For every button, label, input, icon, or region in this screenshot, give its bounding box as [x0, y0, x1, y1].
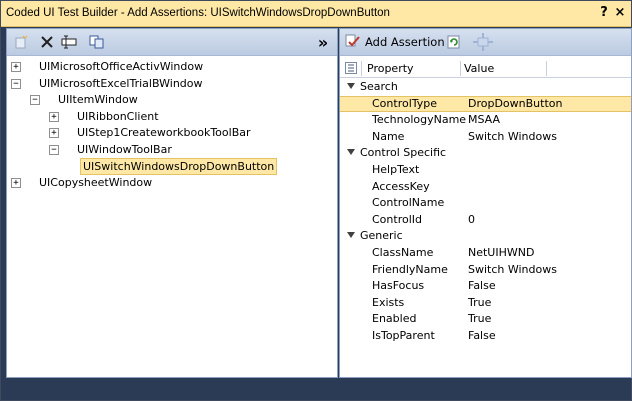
- tree-node-label[interactable]: UIRibbonClient: [77, 109, 159, 125]
- rename-icon[interactable]: [59, 32, 79, 52]
- property-name: ControlName: [372, 196, 445, 210]
- category-collapse-icon[interactable]: [347, 232, 355, 239]
- property-value: True: [468, 312, 492, 326]
- coded-ui-test-builder-window: Coded UI Test Builder - Add Assertions: …: [0, 0, 632, 401]
- property-row[interactable]: HelpText: [340, 162, 631, 178]
- window-title: Coded UI Test Builder - Add Assertions: …: [6, 7, 390, 19]
- properties-pane: Add Assertion Property Value Search Contr…: [339, 28, 632, 378]
- property-value: DropDownButton: [468, 96, 563, 110]
- property-name: HasFocus: [372, 279, 425, 293]
- add-assertion-label: Add Assertion: [365, 35, 445, 49]
- ui-map-toolbar: »: [7, 29, 337, 56]
- property-row[interactable]: ControlName: [340, 195, 631, 211]
- property-row[interactable]: Exists True: [340, 295, 631, 311]
- sort-categorized-icon[interactable]: [345, 60, 357, 77]
- property-name: ClassName: [372, 246, 434, 259]
- help-button[interactable]: ?: [597, 5, 611, 21]
- property-row[interactable]: ClassName NetUIHWND: [340, 245, 631, 261]
- expand-icon[interactable]: +: [11, 178, 21, 189]
- tree-node-label[interactable]: UIMicrosoftOfficeActivWindow: [39, 59, 203, 75]
- collapse-icon[interactable]: −: [49, 145, 59, 155]
- collapse-pane-icon[interactable]: »: [313, 32, 333, 52]
- expand-icon[interactable]: +: [49, 111, 59, 122]
- property-name: Enabled: [372, 312, 417, 326]
- category-label: Control Specific: [360, 146, 447, 160]
- property-name: FriendlyName: [372, 262, 448, 276]
- property-name: Exists: [372, 295, 405, 309]
- properties-grid-header: Property Value: [340, 60, 631, 78]
- property-category[interactable]: Control Specific: [340, 145, 631, 161]
- expand-icon[interactable]: +: [11, 62, 21, 72]
- property-row[interactable]: Enabled True: [340, 311, 631, 327]
- property-row[interactable]: TechnologyName MSAA: [340, 112, 631, 128]
- property-row[interactable]: IsTopParent False: [340, 328, 631, 344]
- property-name: Name: [372, 129, 405, 143]
- add-assertion-icon: [345, 33, 361, 52]
- add-assertion-button[interactable]: Add Assertion: [342, 32, 448, 52]
- property-name: ControlType: [372, 96, 438, 110]
- property-row[interactable]: ControlId 0: [340, 212, 631, 228]
- tree-node-label[interactable]: UIStep1CreateworkbookToolBar: [77, 125, 251, 141]
- properties-toolbar: Add Assertion: [340, 29, 631, 56]
- property-value: Switch Windows: [468, 129, 557, 143]
- property-value: False: [468, 329, 496, 342]
- property-name: AccessKey: [372, 179, 430, 193]
- property-value: 0: [468, 212, 475, 226]
- property-row[interactable]: HasFocus False: [340, 278, 631, 294]
- tree-node[interactable]: − UIItemWindow: [7, 92, 337, 108]
- category-label: Search: [360, 80, 398, 93]
- close-button[interactable]: ×: [613, 5, 627, 21]
- category-collapse-icon[interactable]: [347, 149, 355, 156]
- refresh-icon[interactable]: [444, 32, 464, 52]
- property-value: MSAA: [468, 113, 501, 127]
- property-category[interactable]: Generic: [340, 228, 631, 244]
- property-column-header[interactable]: Property: [367, 60, 414, 77]
- property-value: NetUIHWND: [468, 246, 535, 259]
- tree-node[interactable]: + UIStep1CreateworkbookToolBar: [7, 125, 337, 141]
- tree-node-label[interactable]: UIMicrosoftExcelTrialBWindow: [39, 76, 203, 92]
- property-name: HelpText: [372, 163, 420, 176]
- category-label: Generic: [360, 229, 403, 243]
- property-name: IsTopParent: [372, 329, 435, 342]
- delete-icon[interactable]: [37, 32, 57, 52]
- property-value: True: [468, 295, 492, 309]
- collapse-icon[interactable]: −: [30, 95, 40, 106]
- copy-icon[interactable]: [87, 32, 107, 52]
- tree-node[interactable]: + UICopysheetWindow: [7, 175, 337, 191]
- property-row[interactable]: FriendlyName Switch Windows: [340, 262, 631, 278]
- tree-node-label[interactable]: UIItemWindow: [58, 92, 138, 108]
- property-category[interactable]: Search: [340, 79, 631, 95]
- crosshair-icon[interactable]: [470, 32, 496, 52]
- property-name: ControlId: [372, 212, 422, 226]
- property-row[interactable]: ControlType DropDownButton: [340, 95, 631, 112]
- value-column-header[interactable]: Value: [464, 60, 494, 77]
- property-row[interactable]: Name Switch Windows: [340, 129, 631, 145]
- tree-node[interactable]: UISwitchWindowsDropDownButton: [7, 157, 337, 175]
- collapse-icon[interactable]: −: [11, 78, 21, 89]
- expand-icon[interactable]: +: [49, 128, 59, 139]
- tree-node[interactable]: + UIMicrosoftOfficeActivWindow: [7, 59, 337, 75]
- tree-node[interactable]: − UIWindowToolBar: [7, 142, 337, 158]
- ui-map-tree-pane: » + UIMicrosoftOfficeActivWindow − UIMicros…: [6, 28, 338, 378]
- tree-node-label[interactable]: UICopysheetWindow: [39, 175, 152, 191]
- property-value: False: [468, 279, 496, 293]
- property-value: Switch Windows: [468, 262, 557, 276]
- tree-node-label[interactable]: UISwitchWindowsDropDownButton: [80, 157, 278, 175]
- tree-node[interactable]: + UIRibbonClient: [7, 109, 337, 125]
- tree-node-label[interactable]: UIWindowToolBar: [77, 142, 172, 158]
- category-collapse-icon[interactable]: [347, 83, 355, 89]
- title-bar[interactable]: Coded UI Test Builder - Add Assertions: …: [1, 1, 631, 27]
- add-control-icon[interactable]: [11, 32, 31, 52]
- property-row[interactable]: AccessKey: [340, 179, 631, 195]
- status-bar: [1, 378, 631, 400]
- property-name: TechnologyName: [372, 113, 467, 127]
- tree-node[interactable]: − UIMicrosoftExcelTrialBWindow: [7, 76, 337, 92]
